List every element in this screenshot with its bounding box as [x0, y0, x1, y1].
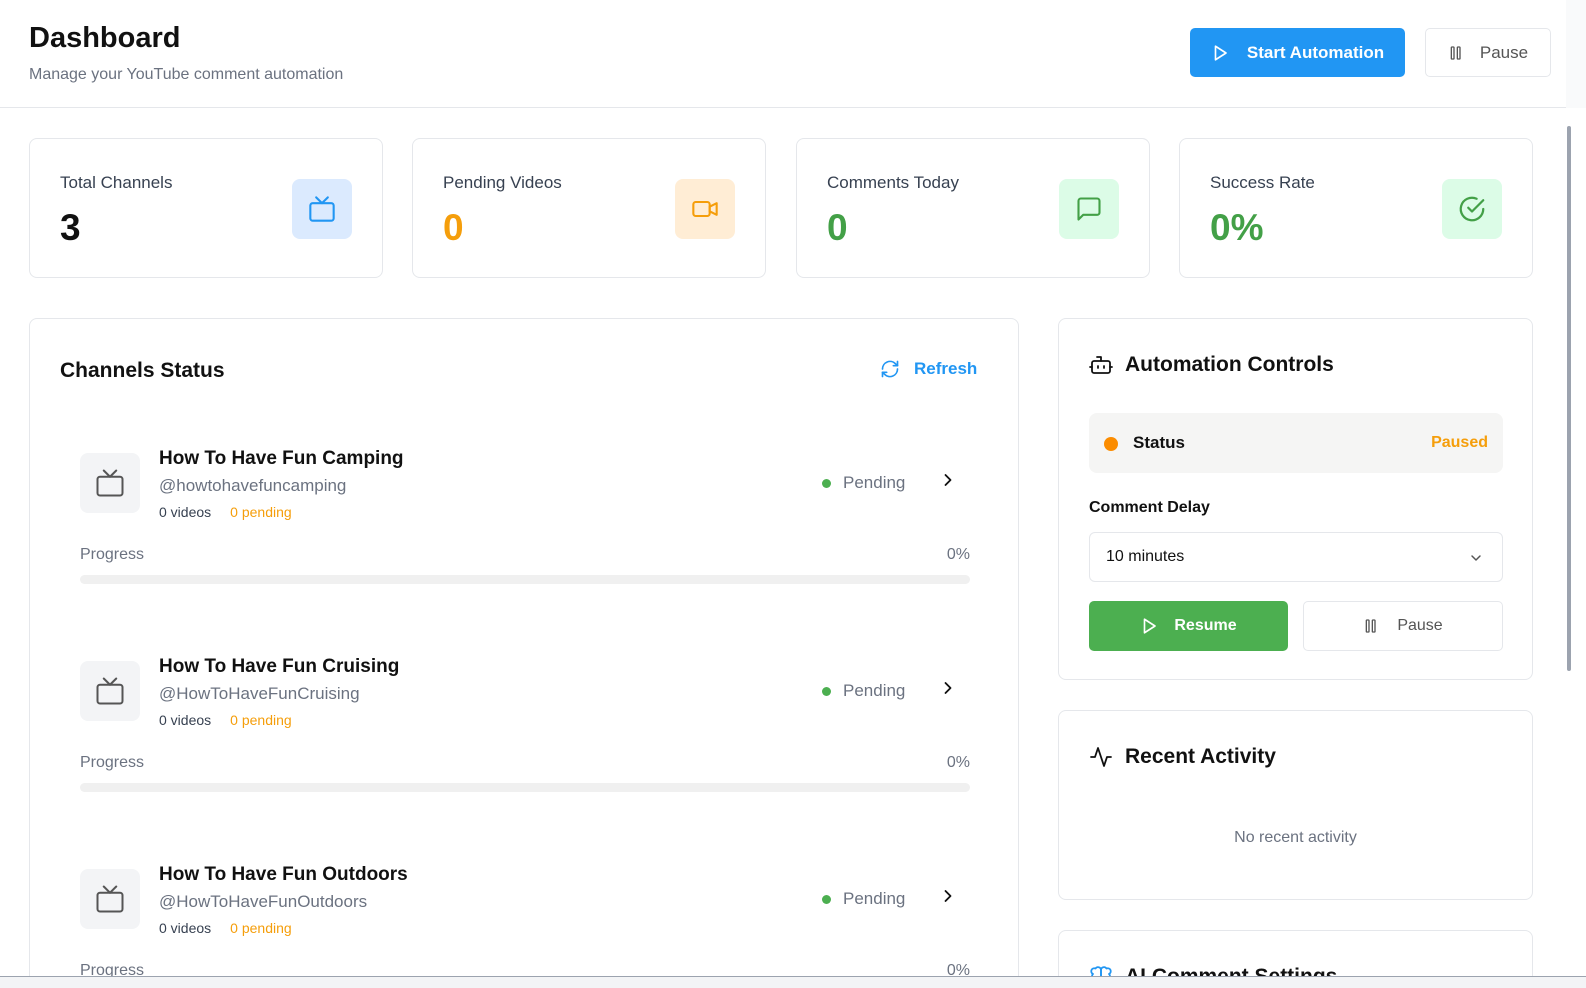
message-square-icon	[1059, 179, 1119, 239]
channels-status-card: Channels Status Refresh How To Have Fun …	[29, 318, 1019, 988]
pause-icon	[1365, 619, 1376, 633]
channel-handle: @HowToHaveFunOutdoors	[159, 892, 368, 911]
automation-controls-label: Automation Controls	[1125, 353, 1334, 376]
channel-pending-count: 0 pending	[230, 504, 292, 520]
pause-automation-button[interactable]: Pause	[1303, 601, 1503, 651]
stat-card-comments-today: Comments Today 0	[796, 138, 1150, 278]
resume-label: Resume	[1174, 617, 1237, 634]
recent-activity-label: Recent Activity	[1125, 745, 1276, 768]
status-label: Status	[1133, 433, 1185, 452]
status-badge: Pending	[822, 473, 905, 493]
comment-delay-label: Comment Delay	[1089, 499, 1210, 516]
refresh-icon	[881, 360, 899, 378]
resume-button[interactable]: Resume	[1089, 601, 1288, 651]
tv-icon	[292, 179, 352, 239]
progress-bar	[80, 783, 970, 792]
refresh-button[interactable]: Refresh	[880, 359, 977, 379]
status-dot	[822, 894, 831, 904]
stat-label: Total Channels	[60, 173, 173, 192]
play-icon	[1144, 618, 1157, 634]
automation-controls-title: Automation Controls	[1089, 353, 1334, 377]
status-label: Pending	[843, 889, 906, 908]
comment-delay-value: 10 minutes	[1106, 548, 1185, 565]
progress-percent: 0%	[946, 546, 970, 563]
stat-label: Pending Videos	[443, 173, 562, 192]
automation-status: Status Paused	[1089, 413, 1503, 473]
recent-activity-card: Recent Activity No recent activity	[1058, 710, 1533, 900]
stat-card-success-rate: Success Rate 0%	[1179, 138, 1533, 278]
bot-icon	[1089, 356, 1113, 374]
stat-label: Comments Today	[827, 173, 959, 192]
status-dot	[822, 686, 831, 696]
pause-icon	[1450, 45, 1461, 60]
progress-label: Progress	[80, 546, 145, 563]
channel-pending-count: 0 pending	[230, 712, 292, 728]
status-value: Paused	[1431, 434, 1488, 451]
bottom-edge	[0, 976, 1586, 988]
channel-row[interactable]: How To Have Fun Cruising @HowToHaveFunCr…	[80, 656, 970, 811]
pause-label: Pause	[1397, 617, 1443, 634]
automation-controls-card: Automation Controls Status Paused Commen…	[1058, 318, 1533, 680]
channel-row[interactable]: How To Have Fun Camping @howtohavefuncam…	[80, 448, 970, 603]
channel-name: How To Have Fun Camping	[159, 448, 404, 469]
empty-state: No recent activity	[1234, 829, 1357, 846]
chevron-right-icon[interactable]	[938, 678, 958, 698]
chevron-right-icon[interactable]	[938, 886, 958, 906]
stat-label: Success Rate	[1210, 173, 1315, 192]
channel-video-count: 0 videos	[159, 712, 212, 728]
stat-card-total-channels: Total Channels 3	[29, 138, 383, 278]
channel-video-count: 0 videos	[159, 504, 212, 520]
page-header: Dashboard Manage your YouTube comment au…	[0, 0, 1566, 108]
progress-percent: 0%	[946, 754, 970, 771]
start-automation-label: Start Automation	[1246, 42, 1385, 62]
channel-name: How To Have Fun Cruising	[159, 656, 400, 677]
play-icon	[1214, 44, 1227, 61]
status-label: Pending	[843, 473, 906, 492]
channel-meta: 0 videos 0 pending	[159, 920, 292, 936]
stat-value: 0	[443, 207, 464, 248]
progress-bar	[80, 575, 970, 584]
status-dot	[1104, 437, 1118, 451]
channel-handle: @howtohavefuncamping	[159, 476, 347, 495]
progress-label: Progress	[80, 754, 145, 771]
stat-card-pending-videos: Pending Videos 0	[412, 138, 766, 278]
scrollbar-thumb[interactable]	[1567, 126, 1571, 671]
refresh-label: Refresh	[914, 359, 978, 378]
status-dot	[822, 478, 831, 488]
recent-activity-title: Recent Activity	[1089, 745, 1276, 769]
channel-video-count: 0 videos	[159, 920, 212, 936]
channel-meta: 0 videos 0 pending	[159, 504, 292, 520]
video-icon	[675, 179, 735, 239]
tv-icon	[80, 661, 140, 721]
chevron-down-icon	[1471, 555, 1481, 561]
channel-handle: @HowToHaveFunCruising	[159, 684, 360, 703]
channel-pending-count: 0 pending	[230, 920, 292, 936]
pause-button[interactable]: Pause	[1425, 28, 1551, 77]
check-circle-icon	[1442, 179, 1502, 239]
tv-icon	[80, 869, 140, 929]
status-label: Pending	[843, 681, 906, 700]
channels-status-title: Channels Status	[60, 359, 225, 382]
activity-icon	[1090, 747, 1112, 767]
tv-icon	[80, 453, 140, 513]
channel-row[interactable]: How To Have Fun Outdoors @HowToHaveFunOu…	[80, 864, 970, 988]
stat-value: 0	[827, 207, 848, 248]
page-title: Dashboard	[29, 22, 181, 54]
chevron-right-icon[interactable]	[938, 470, 958, 490]
status-badge: Pending	[822, 681, 905, 701]
page-subtitle: Manage your YouTube comment automation	[29, 66, 344, 83]
channel-name: How To Have Fun Outdoors	[159, 864, 408, 885]
status-badge: Pending	[822, 889, 905, 909]
stat-value: 3	[60, 207, 81, 248]
start-automation-button[interactable]: Start Automation	[1190, 28, 1405, 77]
vertical-scrollbar[interactable]	[1566, 108, 1586, 976]
stat-value: 0%	[1210, 207, 1264, 248]
pause-label: Pause	[1479, 42, 1529, 62]
channel-meta: 0 videos 0 pending	[159, 712, 292, 728]
comment-delay-select[interactable]: 10 minutes	[1089, 532, 1503, 582]
